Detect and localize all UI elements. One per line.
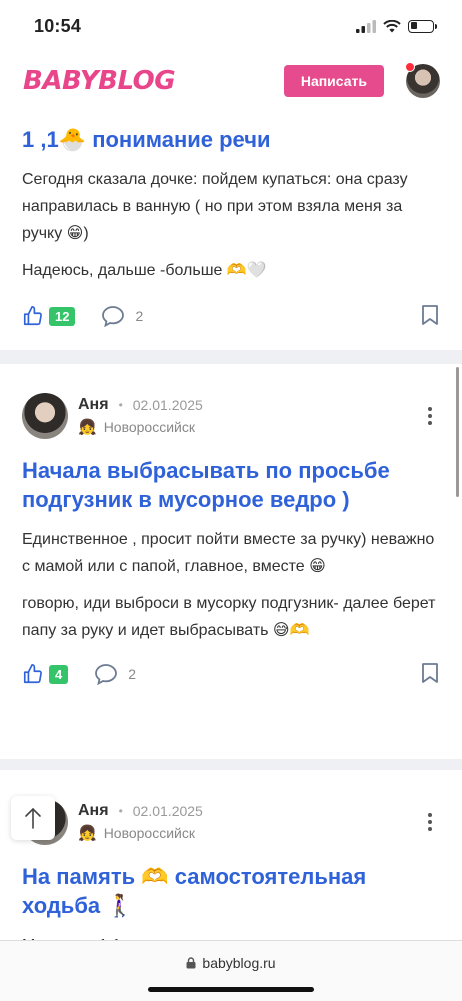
wifi-icon xyxy=(383,19,401,32)
author-avatar[interactable] xyxy=(22,393,68,439)
address-bar[interactable]: babyblog.ru xyxy=(0,955,462,971)
post-card: Аня • 02.01.2025 👧 Новороссийск Начала в… xyxy=(0,364,462,759)
home-indicator xyxy=(148,987,314,992)
thumbs-up-icon xyxy=(23,306,42,326)
comment-count: 2 xyxy=(135,308,144,324)
comments-button[interactable]: 2 xyxy=(94,663,136,685)
like-button[interactable]: 12 xyxy=(22,305,76,327)
notification-dot xyxy=(405,62,415,72)
signal-icon xyxy=(356,19,376,33)
browser-bar: babyblog.ru xyxy=(0,940,462,1001)
status-time: 10:54 xyxy=(34,15,82,36)
like-count: 12 xyxy=(49,306,76,326)
author-name[interactable]: Аня xyxy=(78,802,109,820)
post-text: Надеюсь, дальше -больше 🫶🤍 xyxy=(22,262,267,279)
comments-button[interactable]: 2 xyxy=(101,305,143,327)
lock-icon xyxy=(186,957,196,969)
post-text: Сегодня сказала дочке: пойдем купаться: … xyxy=(22,171,408,242)
status-bar: 10:54 xyxy=(0,0,462,52)
scroll-top-button[interactable] xyxy=(11,796,55,840)
post-card: 1 ,1🐣 понимание речи Сегодня сказала доч… xyxy=(0,110,462,350)
thumbs-up-icon xyxy=(23,664,42,684)
author-city: Новороссийск xyxy=(103,419,195,435)
post-date: 02.01.2025 xyxy=(132,803,203,819)
more-options-icon[interactable] xyxy=(420,407,440,425)
post-card: Аня • 02.01.2025 👧 Новороссийск На памят… xyxy=(0,770,462,940)
post-title[interactable]: 1 ,1🐣 понимание речи xyxy=(22,125,440,154)
post-text: говорю, иди выброси в мусорку подгузник-… xyxy=(22,595,436,639)
post-title[interactable]: На память 🫶 самостоятельная ходьба 🚶‍♀️ xyxy=(22,862,440,920)
post-date: 02.01.2025 xyxy=(132,397,203,413)
comment-icon xyxy=(95,664,118,685)
write-button[interactable]: Написать xyxy=(283,65,384,97)
like-button[interactable]: 4 xyxy=(22,663,69,685)
post-header: Аня • 02.01.2025 👧 Новороссийск xyxy=(22,794,440,850)
separator-dot: • xyxy=(118,804,123,818)
author-city: Новороссийск xyxy=(103,825,195,841)
girl-icon: 👧 xyxy=(78,825,97,842)
post-title[interactable]: Начала выбрасывать по просьбе подгузник … xyxy=(22,456,440,514)
post-header: Аня • 02.01.2025 👧 Новороссийск xyxy=(22,388,440,444)
status-icons xyxy=(356,19,437,33)
post-text: Малышке 1,1 xyxy=(22,932,440,940)
author-name[interactable]: Аня xyxy=(78,396,109,414)
more-options-icon[interactable] xyxy=(420,813,440,831)
site-header: BABYBLOG Написать xyxy=(0,52,462,110)
comment-icon xyxy=(102,306,125,327)
url-text: babyblog.ru xyxy=(202,955,276,971)
post-text: Единственное , просит пойти вместе за ру… xyxy=(22,531,435,575)
babyblog-logo[interactable]: BABYBLOG xyxy=(23,66,176,96)
arrow-up-icon xyxy=(25,807,41,829)
post-actions: 4 2 xyxy=(22,652,440,696)
post-actions: 12 2 xyxy=(22,294,440,338)
scrollbar[interactable] xyxy=(456,367,459,497)
comment-count: 2 xyxy=(128,666,137,682)
separator-dot: • xyxy=(118,398,123,412)
bookmark-icon[interactable] xyxy=(420,304,440,326)
like-count: 4 xyxy=(49,664,69,684)
feed: 1 ,1🐣 понимание речи Сегодня сказала доч… xyxy=(0,110,462,940)
battery-icon xyxy=(408,19,437,33)
user-avatar[interactable] xyxy=(405,62,440,98)
bookmark-icon[interactable] xyxy=(420,662,440,684)
girl-icon: 👧 xyxy=(78,419,97,436)
